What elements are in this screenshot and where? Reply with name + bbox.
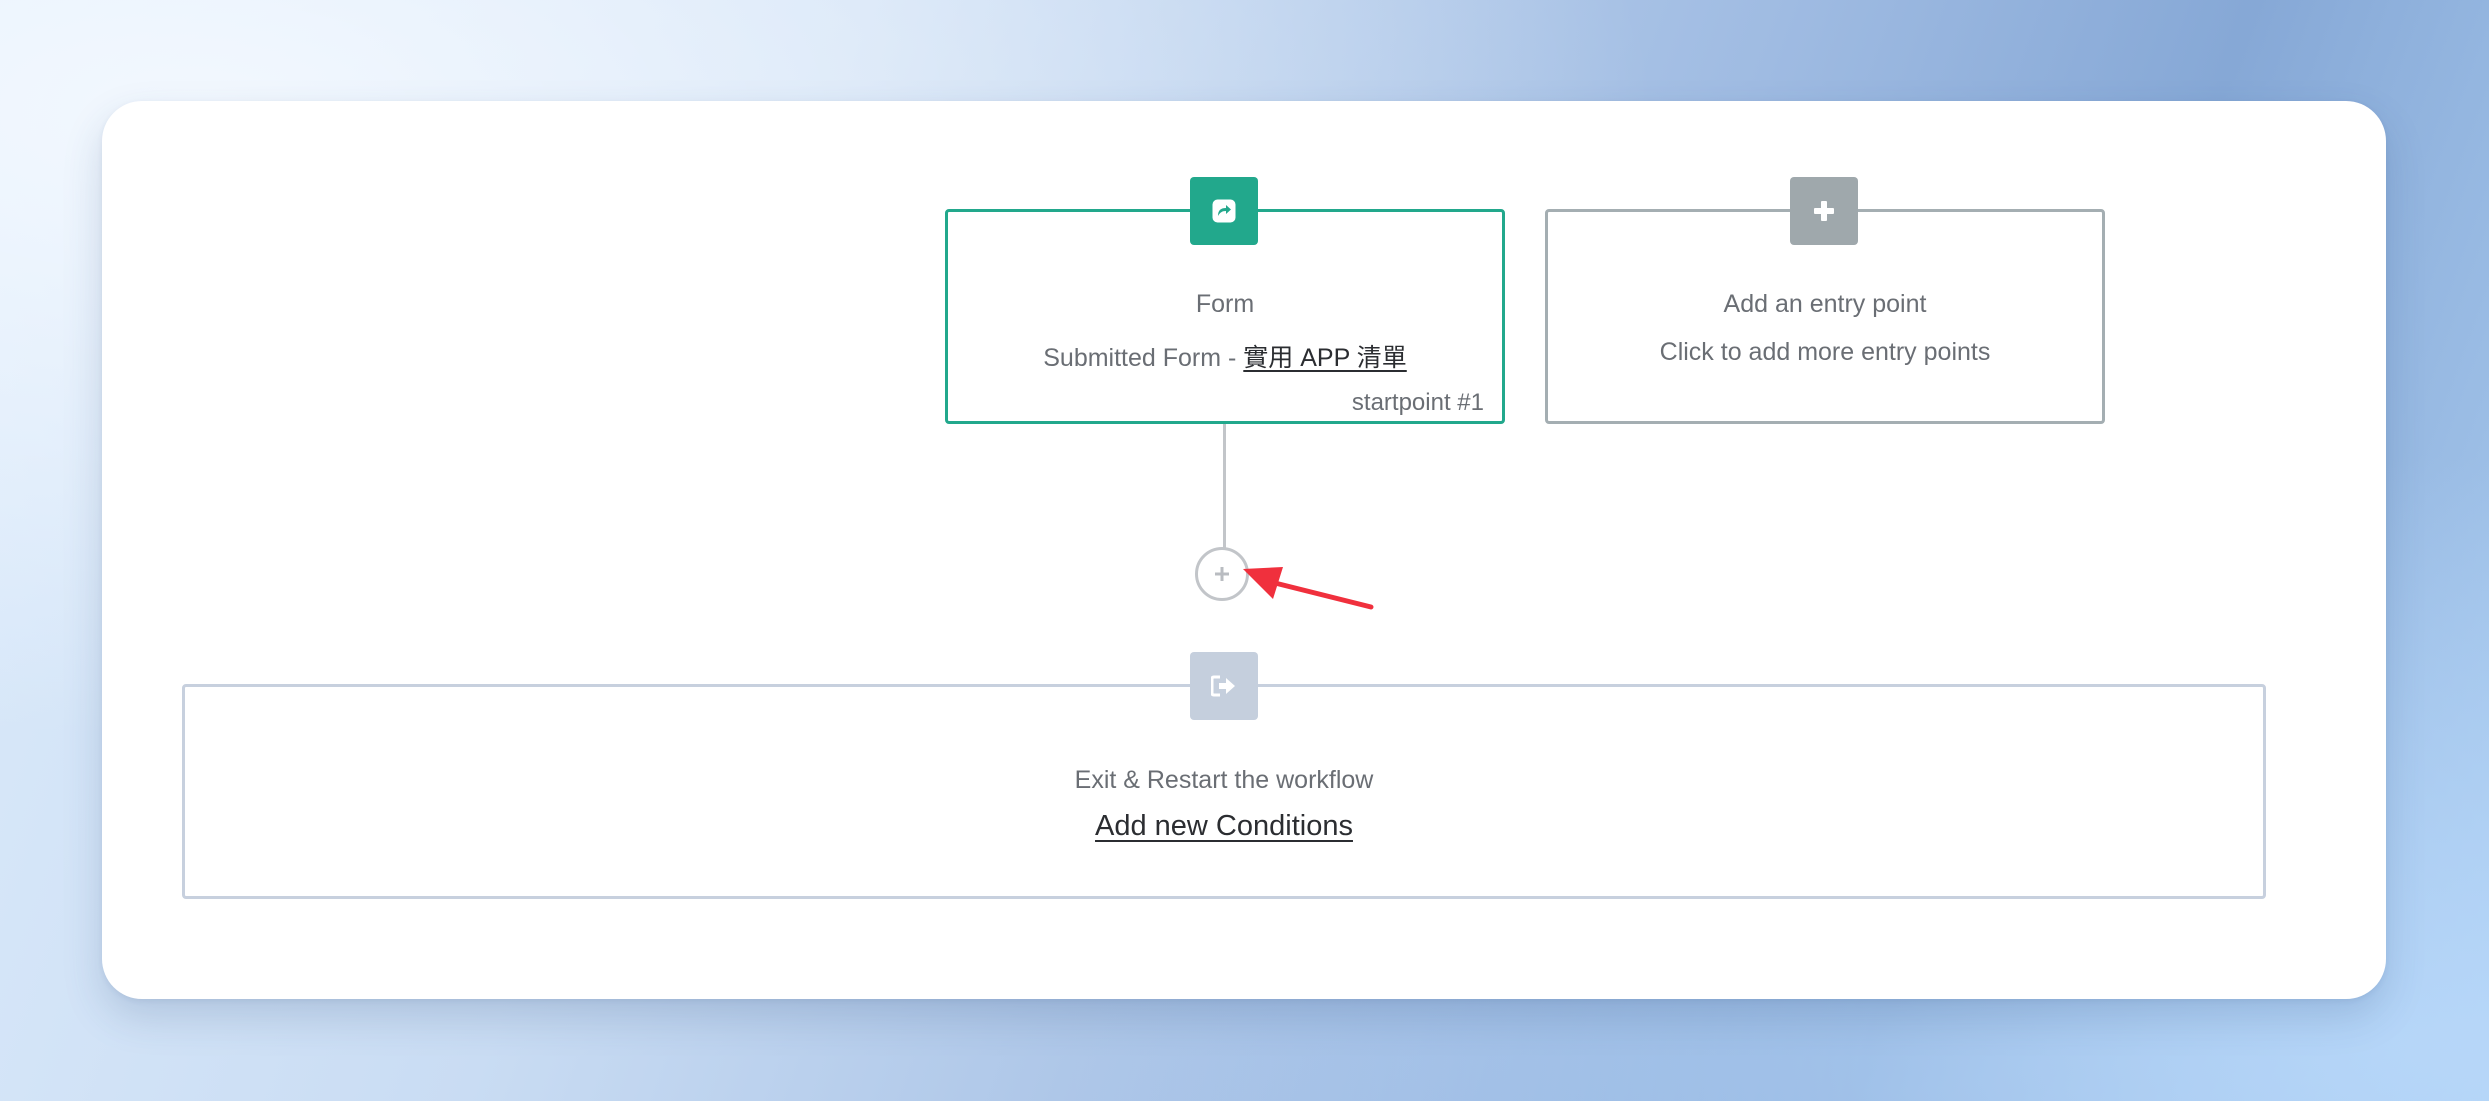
exit-node-title: Exit & Restart the workflow <box>1074 766 1374 794</box>
workflow-canvas: Form Submitted Form - 實用 APP 清單 startpoi… <box>102 101 2386 999</box>
sign-out-icon <box>1211 675 1235 697</box>
startpoint-label: startpoint #1 <box>1351 389 1484 416</box>
share-arrow-icon <box>1212 199 1236 223</box>
exit-node-badge <box>1190 652 1258 720</box>
flow-connector-line <box>1223 424 1226 548</box>
entry-node-title: Add an entry point <box>1723 290 1927 318</box>
form-link[interactable]: 實用 APP 清單 <box>1243 344 1406 372</box>
form-node-subtitle: Submitted Form - 實用 APP 清單 <box>948 338 1502 374</box>
form-node-title: Form <box>1195 290 1255 318</box>
form-node-subtitle-prefix: Submitted Form - <box>1043 344 1244 372</box>
add-conditions-link[interactable]: Add new Conditions <box>185 810 2263 843</box>
plus-icon <box>1215 567 1229 581</box>
form-node-badge <box>1190 177 1258 245</box>
plus-icon <box>1814 201 1834 221</box>
add-entry-badge[interactable] <box>1790 177 1858 245</box>
red-arrow-icon <box>1243 567 1374 610</box>
entry-node-subtitle: Click to add more entry points <box>1659 338 1991 366</box>
